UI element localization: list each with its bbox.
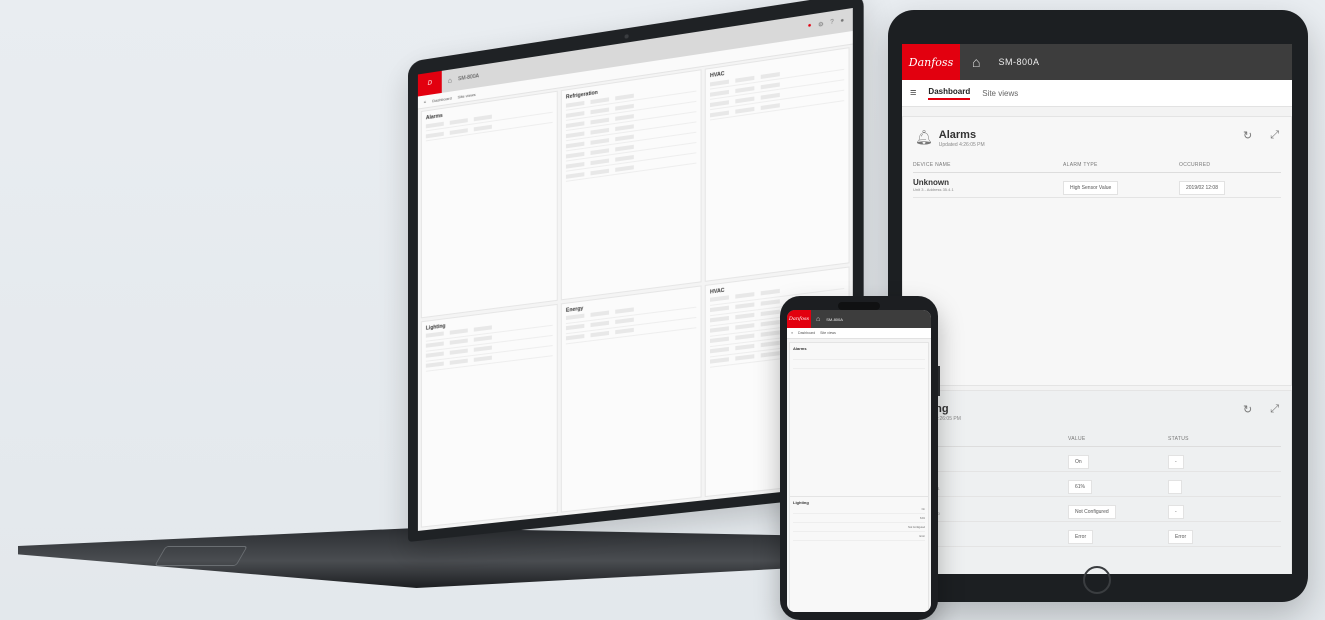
site-name: SM-800A	[457, 73, 479, 83]
lighting-card-header: ghting Updated 4:26:05 PM ↻ ⤢	[903, 391, 1291, 422]
col-device-name: DEVICE NAME	[913, 162, 951, 168]
col-status: STATUS	[1168, 436, 1189, 442]
phone-screen: Danfoss ⌂ SM-800A ≡ Dashboard Site views…	[787, 310, 931, 612]
device-cell: Unknown Unit 3 - Address 35.4.1	[913, 178, 1063, 192]
danfoss-logo[interactable]: D	[417, 70, 442, 97]
col-occurred: OCCURRED	[1179, 162, 1211, 168]
home-icon[interactable]: ⌂	[816, 316, 820, 323]
tablet-device: Danfoss ⌂ SM-800A ≡ Dashboard Site views…	[888, 10, 1308, 602]
help-icon[interactable]: ?	[830, 19, 834, 27]
tab-dashboard[interactable]: Dashboard	[432, 95, 452, 103]
laptop-card-hvac: HVAC	[704, 47, 850, 282]
home-icon[interactable]: ⌂	[972, 54, 980, 70]
menu-icon[interactable]: ≡	[791, 331, 793, 335]
occurred-time: 2019/02 12:08	[1179, 181, 1225, 195]
laptop-toolbar-icons: ● ⚙ ? ●	[808, 16, 853, 30]
phone-side-button	[938, 366, 940, 396]
tab-dashboard[interactable]: Dashboard	[798, 331, 815, 335]
lighting-card: ghting Updated 4:26:05 PM ↻ ⤢ VALUE STAT…	[902, 390, 1292, 574]
laptop-card-energy: Energy	[560, 284, 702, 513]
table-row[interactable]: On	[793, 505, 925, 514]
phone-device: Danfoss ⌂ SM-800A ≡ Dashboard Site views…	[780, 296, 940, 620]
table-header: VALUE STATUS	[913, 432, 1281, 447]
value-cell: Not Configured	[1068, 505, 1116, 519]
menu-icon[interactable]: ≡	[910, 87, 916, 99]
phone-topbar: Danfoss ⌂ SM-800A	[787, 310, 931, 328]
danfoss-logo[interactable]: Danfoss	[902, 44, 960, 80]
refresh-icon[interactable]: ↻	[1243, 129, 1252, 142]
table-row[interactable]: o Address 10 Error Error	[913, 522, 1281, 547]
laptop-trackpad	[154, 546, 248, 566]
value-cell: On	[1068, 455, 1089, 469]
alarms-card: 🔔︎ Alarms Updated 4:26:05 PM ↻ ⤢ DEVICE …	[902, 116, 1292, 386]
lighting-table: VALUE STATUS Address 9 On - nar	[913, 432, 1281, 547]
phone-lighting-card: Lighting On 61% Not Configured Error	[789, 496, 929, 612]
card-actions: ↻ ⤢	[1243, 403, 1279, 416]
value-cell: Error	[1068, 530, 1094, 544]
tablet-home-button[interactable]	[1083, 566, 1111, 594]
value-cell: Error	[919, 534, 925, 538]
phone-notch	[838, 302, 880, 310]
status-cell: Error	[1168, 530, 1194, 544]
site-name: SM-800A	[998, 57, 1040, 67]
alarms-updated: Updated 4:26:05 PM	[938, 142, 985, 148]
phone-tabs: ≡ Dashboard Site views	[787, 328, 931, 339]
expand-icon[interactable]: ⤢	[1270, 403, 1279, 416]
laptop-card-alarms: Alarms	[420, 90, 558, 318]
alarms-table: DEVICE NAME ALARM TYPE OCCURRED Unknown …	[913, 158, 1281, 198]
table-row[interactable]: Error	[793, 532, 925, 541]
alarm-type-cell: High Sensor Value	[1063, 176, 1179, 195]
tab-dashboard[interactable]: Dashboard	[928, 87, 971, 100]
alarm-type: High Sensor Value	[1063, 181, 1119, 195]
laptop-card-refrigeration: Refrigeration	[560, 69, 702, 300]
table-row[interactable]: 61%	[793, 514, 925, 523]
device-name: Unknown	[913, 178, 949, 187]
device-mockup-scene: D ⌂ SM-800A ● ⚙ ? ● ≡ Dashboard Site vie…	[0, 0, 1325, 620]
refresh-icon[interactable]: ↻	[1243, 403, 1252, 416]
occurred-cell: 2019/02 12:08	[1179, 176, 1225, 195]
tablet-topbar: Danfoss ⌂ SM-800A	[902, 44, 1292, 80]
value-cell: 61%	[919, 516, 925, 520]
table-row[interactable]	[793, 360, 925, 369]
phone-alarms-card: Alarms	[789, 342, 929, 500]
value-cell: Not Configured	[908, 525, 925, 529]
status-cell	[1168, 480, 1182, 494]
alarms-card-header: 🔔︎ Alarms Updated 4:26:05 PM ↻ ⤢	[903, 117, 1291, 148]
col-alarm-type: ALARM TYPE	[1063, 162, 1098, 168]
status-cell: -	[1168, 455, 1184, 469]
table-row[interactable]	[793, 351, 925, 360]
table-row[interactable]: nar Address 37.4.1 61%	[913, 472, 1281, 497]
alarms-title: Alarms	[938, 129, 977, 141]
expand-icon[interactable]: ⤢	[1270, 129, 1279, 142]
laptop-card-lighting: Lighting	[420, 303, 558, 528]
table-row[interactable]: Not Configured	[793, 523, 925, 532]
col-value: VALUE	[1068, 436, 1086, 442]
value-cell: On	[921, 507, 925, 511]
tablet-screen: Danfoss ⌂ SM-800A ≡ Dashboard Site views…	[902, 44, 1292, 574]
tablet-tabs: ≡ Dashboard Site views	[902, 80, 1292, 107]
menu-icon[interactable]: ≡	[424, 99, 426, 104]
table-header: DEVICE NAME ALARM TYPE OCCURRED	[913, 158, 1281, 173]
tab-site-views[interactable]: Site views	[458, 91, 476, 99]
device-address: Unit 3 - Address 35.4.1	[913, 187, 954, 192]
user-icon[interactable]: ●	[840, 17, 844, 25]
camera-icon	[624, 34, 629, 39]
table-row[interactable]: Unknown Unit 3 - Address 35.4.1 High Sen…	[913, 173, 1281, 198]
bell-icon: 🔔︎	[915, 129, 933, 145]
table-row[interactable]: Address 9 On -	[913, 447, 1281, 472]
settings-icon[interactable]: ⚙	[818, 20, 824, 28]
danfoss-logo[interactable]: Danfoss	[787, 310, 811, 328]
value-cell: 61%	[1068, 480, 1093, 494]
site-name: SM-800A	[826, 316, 843, 322]
tab-site-views[interactable]: Site views	[820, 331, 836, 335]
tab-site-views[interactable]: Site views	[982, 89, 1018, 98]
table-row[interactable]: y1 Address 30.6.0 Not Configured -	[913, 497, 1281, 522]
card-actions: ↻ ⤢	[1243, 129, 1279, 142]
status-cell: -	[1168, 505, 1184, 519]
alarm-bell-icon[interactable]: ●	[808, 22, 812, 30]
home-icon[interactable]: ⌂	[448, 77, 452, 85]
